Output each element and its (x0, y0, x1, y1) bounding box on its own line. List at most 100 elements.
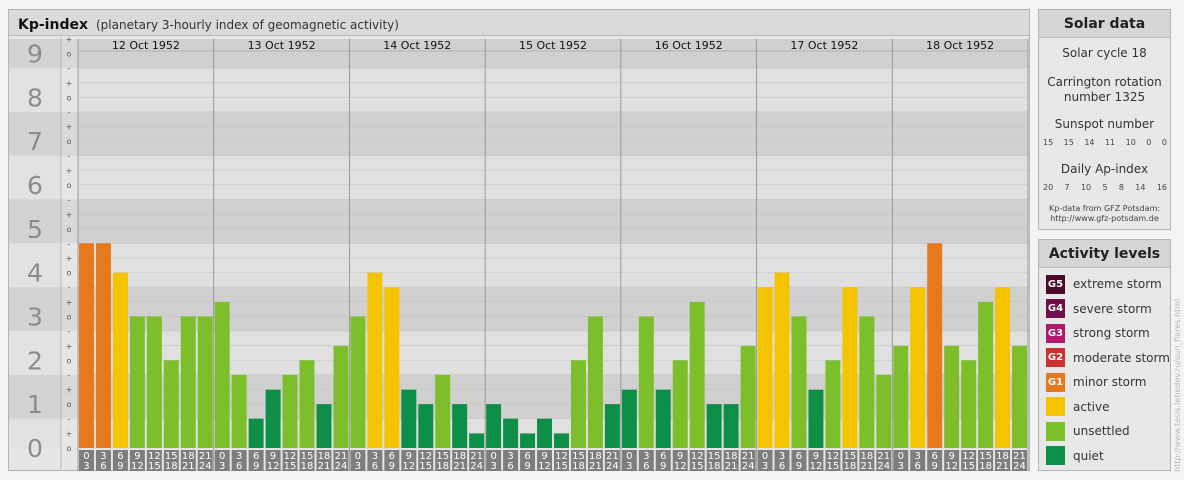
kp-bar (570, 360, 586, 448)
kp-subtick-label: - (68, 64, 71, 73)
kp-bar (706, 404, 722, 448)
day-label: 13 Oct 1952 (248, 39, 316, 52)
hour-end-label: 9 (660, 461, 666, 471)
kp-subtick-label: - (68, 108, 71, 117)
kp-bar (859, 316, 875, 448)
kp-subtick-label: - (68, 327, 71, 336)
legend-item: G2 moderate storm (1046, 348, 1170, 368)
sunspot-number-title: Sunspot number (1054, 117, 1155, 131)
hour-end-label: 21 (182, 461, 195, 471)
hour-end-label: 21 (725, 461, 738, 471)
kp-subtick-label: + (66, 430, 73, 439)
kp-subtick-label: - (68, 239, 71, 248)
sunspot-value: 0 (1161, 138, 1167, 147)
kp-subaxis-band (61, 243, 78, 288)
legend-swatch: G2 (1046, 348, 1065, 367)
kp-subtick-label: + (66, 386, 73, 395)
activity-levels-panel: Activity levels G5 extreme storm G4 severe … (1038, 239, 1171, 471)
hour-end-label: 21 (860, 461, 873, 471)
data-source-link[interactable]: http://www.gfz-potsdam.de (1039, 214, 1170, 224)
kp-bar-chart: 12 Oct 1952 13 Oct 1952 14 Oct 1952 15 Oct … (9, 37, 1029, 471)
kp-bar (384, 287, 400, 448)
hour-end-label: 12 (810, 461, 823, 471)
kp-bar (672, 360, 688, 448)
kp-bar (587, 316, 603, 448)
hour-end-label: 6 (915, 461, 921, 471)
kp-bar (689, 302, 705, 448)
kp-bar (469, 433, 485, 448)
kp-bar (910, 287, 926, 448)
legend-item: G4 severe storm (1046, 299, 1152, 319)
legend-swatch (1046, 421, 1065, 441)
hour-end-label: 9 (932, 461, 938, 471)
ap-value: 14 (1135, 183, 1146, 192)
legend-label: quiet (1073, 448, 1104, 463)
hour-end-label: 3 (626, 461, 632, 471)
hour-end-label: 18 (436, 461, 449, 471)
daily-ap-title: Daily Ap-index (1060, 162, 1149, 176)
kp-subaxis-band (61, 287, 78, 331)
day-label: 17 Oct 1952 (790, 39, 858, 52)
kp-subtick-label: + (66, 254, 73, 263)
ap-value: 10 (1080, 183, 1092, 192)
kp-tick-label: 5 (27, 215, 43, 244)
hour-end-label: 24 (470, 461, 483, 471)
kp-subtick-label: - (68, 195, 71, 204)
kp-bar (554, 433, 569, 448)
kp-bar (146, 316, 162, 448)
kp-subtick-label: o (67, 356, 72, 365)
hour-end-label: 21 (996, 461, 1009, 471)
kp-subaxis-band (61, 67, 78, 112)
kp-subtick-label: o (67, 93, 72, 102)
kp-bar (435, 374, 451, 448)
kp-bar (452, 404, 468, 448)
kp-level-band (78, 155, 1028, 200)
legend-label: active (1073, 399, 1110, 414)
legend-item: G5 extreme storm (1046, 274, 1162, 294)
ap-value: 16 (1156, 183, 1167, 192)
legend-swatch (1046, 446, 1065, 465)
kp-subaxis-band (61, 155, 78, 200)
kp-bar (995, 287, 1011, 448)
kp-subtick-label: o (67, 225, 72, 234)
hour-axis: 0336699121215151818212124033669912121515… (79, 450, 1027, 471)
hour-end-label: 24 (335, 461, 348, 471)
legend-label: moderate storm (1073, 350, 1170, 365)
solar-data-title: Solar data (1039, 10, 1170, 38)
kp-tick-label: 0 (27, 434, 43, 463)
kp-bar (893, 345, 909, 448)
hour-end-label: 18 (708, 461, 721, 471)
kp-bar (333, 345, 349, 448)
daily-ap-values: 20 7 10 5 8 14 16 (1043, 183, 1167, 192)
chart-title-bar: Kp-index (planetary 3-hourly index of geo… (9, 10, 1029, 36)
ap-value: 20 (1043, 183, 1054, 192)
sunspot-value: 10 (1125, 138, 1136, 147)
kp-bar (163, 360, 179, 448)
legend-item: G3 strong storm (1046, 323, 1150, 343)
kp-tick-label: 4 (27, 259, 43, 288)
hour-end-label: 3 (83, 461, 89, 471)
kp-subtick-label: + (66, 79, 73, 88)
sunspot-value: 14 (1084, 138, 1095, 147)
kp-bar (350, 316, 366, 448)
kp-bar (367, 272, 383, 448)
kp-bar (876, 374, 892, 448)
kp-bar (265, 389, 281, 448)
hour-end-label: 24 (742, 461, 755, 471)
hour-end-label: 21 (453, 461, 466, 471)
solar-data-panel: Solar data Solar cycle 18 Carrington rot… (1038, 9, 1171, 230)
hour-end-label: 6 (236, 461, 242, 471)
legend-swatch: G5 (1046, 274, 1065, 294)
kp-level-band (78, 243, 1028, 288)
hour-end-label: 6 (507, 461, 513, 471)
legend-item: active (1046, 397, 1109, 417)
kp-bar (944, 345, 960, 448)
kp-tick-label: 6 (27, 171, 43, 200)
kp-tick-label: 8 (27, 83, 43, 112)
kp-subtick-label: o (67, 137, 72, 146)
kp-bar (231, 374, 247, 448)
kp-tick-label: 7 (27, 127, 43, 156)
chart-title: Kp-index (18, 17, 88, 33)
credit-text: http://www.tesis.lebedev.ru/sun_flares.h… (1173, 298, 1182, 472)
kp-bar (214, 302, 230, 448)
